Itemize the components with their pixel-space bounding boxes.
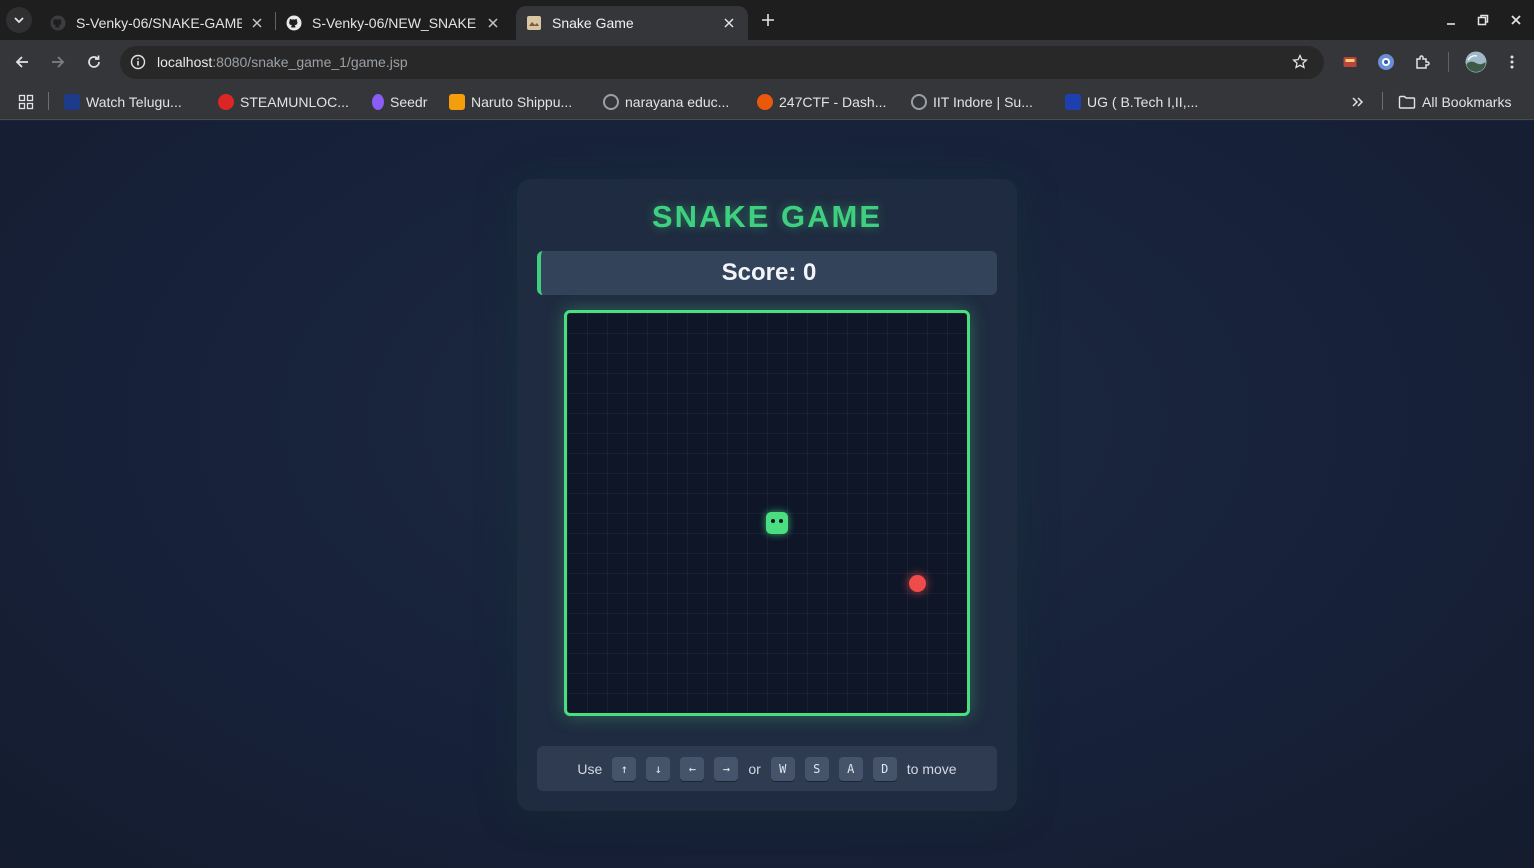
score-text: Score: 0 — [721, 259, 817, 286]
arrow-left-icon — [15, 56, 28, 68]
minimize-icon — [1447, 23, 1455, 25]
game-title: SNAKE GAME — [651, 199, 883, 234]
bookmark-item[interactable]: IIT Indore | Su... — [911, 92, 1033, 112]
puzzle-extensions-icon[interactable] — [1413, 52, 1433, 72]
bookmark-label: Seedr — [390, 94, 428, 110]
game-container: SNAKE GAME Score: 0 Use ↑ ↓ ← → or W S A… — [517, 179, 1017, 811]
more-bookmarks-button[interactable] — [1350, 92, 1364, 112]
new-tab-button[interactable] — [756, 8, 780, 32]
bookmark-item[interactable]: UG ( B.Tech I,II,... — [1065, 92, 1198, 112]
tab-strip: S-Venky-06/SNAKE-GAME S-Venky-06/NEW_SNA… — [0, 0, 1534, 40]
bookmark-favicon — [218, 94, 234, 110]
bookmark-star-icon[interactable] — [1290, 52, 1310, 72]
github-icon — [286, 15, 302, 31]
restore-icon — [1477, 14, 1489, 26]
bookmarks-bar: Watch Telugu... STEAMUNLOC... Seedr Naru… — [0, 84, 1534, 120]
tab-title: S-Venky-06/SNAKE-GAME — [76, 15, 242, 31]
page-icon — [526, 15, 542, 31]
bookmark-item[interactable]: Naruto Shippu... — [449, 92, 572, 112]
bookmark-label: UG ( B.Tech I,II,... — [1087, 94, 1199, 110]
reload-icon — [88, 55, 100, 68]
minimize-button[interactable] — [1439, 8, 1463, 32]
url-path: :8080/snake_game_1/game.jsp — [212, 54, 408, 70]
bookmark-favicon — [757, 94, 773, 110]
key-arrow-down: ↓ — [646, 756, 671, 781]
profile-avatar-icon[interactable] — [1464, 50, 1488, 74]
tab-snake-game-repo[interactable]: S-Venky-06/SNAKE-GAME — [40, 6, 276, 40]
all-bookmarks-button[interactable]: All Bookmarks — [1398, 92, 1511, 112]
bookmark-item[interactable]: 247CTF - Dash... — [757, 92, 886, 112]
reload-button[interactable] — [82, 50, 106, 74]
tab-search-button[interactable] — [6, 7, 32, 33]
game-board[interactable] — [564, 310, 970, 716]
snake-eye — [771, 519, 775, 523]
browser-toolbar: localhost:8080/snake_game_1/game.jsp — [0, 40, 1534, 84]
restore-button[interactable] — [1471, 8, 1495, 32]
bookmark-item[interactable]: Watch Telugu... — [64, 92, 182, 112]
bookmark-label: narayana educ... — [625, 94, 730, 110]
back-button[interactable] — [10, 50, 34, 74]
url-host: localhost — [157, 54, 213, 70]
tab-title: S-Venky-06/NEW_SNAKE — [312, 15, 477, 31]
controls-or-label: or — [748, 760, 761, 777]
plus-icon — [762, 14, 774, 26]
bookmark-item[interactable]: Seedr — [372, 92, 427, 112]
arrow-right-icon — [52, 56, 65, 68]
bookmark-favicon — [372, 94, 384, 110]
key-d: D — [872, 756, 897, 781]
all-bookmarks-label: All Bookmarks — [1422, 94, 1512, 110]
close-window-button[interactable] — [1504, 8, 1528, 32]
apps-grid-icon — [18, 94, 34, 110]
folder-icon — [1398, 95, 1416, 109]
globe-icon — [603, 94, 619, 110]
controls-use-label: Use — [577, 760, 603, 777]
chevron-down-icon — [14, 17, 24, 24]
controls-to-move-label: to move — [906, 760, 957, 777]
globe-icon — [911, 94, 927, 110]
close-icon — [1511, 15, 1521, 25]
bookmark-label: IIT Indore | Su... — [933, 94, 1033, 110]
controls-hint: Use ↑ ↓ ← → or W S A D to move — [537, 746, 997, 791]
close-icon[interactable] — [248, 14, 266, 32]
bookmark-label: STEAMUNLOC... — [240, 94, 349, 110]
toolbar-divider — [1448, 52, 1449, 72]
apps-button[interactable] — [18, 92, 34, 112]
close-icon[interactable] — [720, 14, 738, 32]
address-bar[interactable]: localhost:8080/snake_game_1/game.jsp — [120, 46, 1324, 79]
key-arrow-left: ← — [680, 756, 705, 781]
snake-eye — [779, 519, 783, 523]
kebab-menu-icon[interactable] — [1502, 52, 1522, 72]
snake-head — [766, 512, 788, 534]
site-info-icon[interactable] — [128, 52, 148, 72]
key-arrow-up: ↑ — [612, 756, 637, 781]
extension-icon[interactable] — [1376, 52, 1396, 72]
tab-new-snake-repo[interactable]: S-Venky-06/NEW_SNAKE — [276, 6, 512, 40]
bookmark-favicon — [64, 94, 80, 110]
key-w: W — [770, 756, 795, 781]
key-s: S — [804, 756, 829, 781]
bookmark-label: Naruto Shippu... — [471, 94, 573, 110]
bookmark-label: Watch Telugu... — [86, 94, 182, 110]
key-arrow-right: → — [714, 756, 739, 781]
github-icon — [50, 15, 66, 31]
bookmark-item[interactable]: STEAMUNLOC... — [218, 92, 349, 112]
bookmark-label: 247CTF - Dash... — [779, 94, 887, 110]
page-viewport: SNAKE GAME Score: 0 Use ↑ ↓ ← → or W S A… — [0, 121, 1534, 868]
bookmark-favicon — [449, 94, 465, 110]
forward-button[interactable] — [46, 50, 70, 74]
bookmark-favicon — [1065, 94, 1081, 110]
key-a: A — [838, 756, 863, 781]
bookmarks-divider — [48, 92, 49, 110]
cast-icon[interactable] — [1340, 52, 1360, 72]
food-pellet — [909, 575, 926, 592]
url-text[interactable]: localhost:8080/snake_game_1/game.jsp — [157, 54, 408, 70]
tab-title: Snake Game — [552, 15, 634, 31]
chevron-double-right-icon — [1352, 97, 1364, 107]
bookmark-item[interactable]: narayana educ... — [603, 92, 729, 112]
score-display: Score: 0 — [537, 251, 997, 295]
tab-snake-game[interactable]: Snake Game — [516, 6, 748, 40]
bookmarks-divider — [1382, 92, 1383, 110]
close-icon[interactable] — [484, 14, 502, 32]
